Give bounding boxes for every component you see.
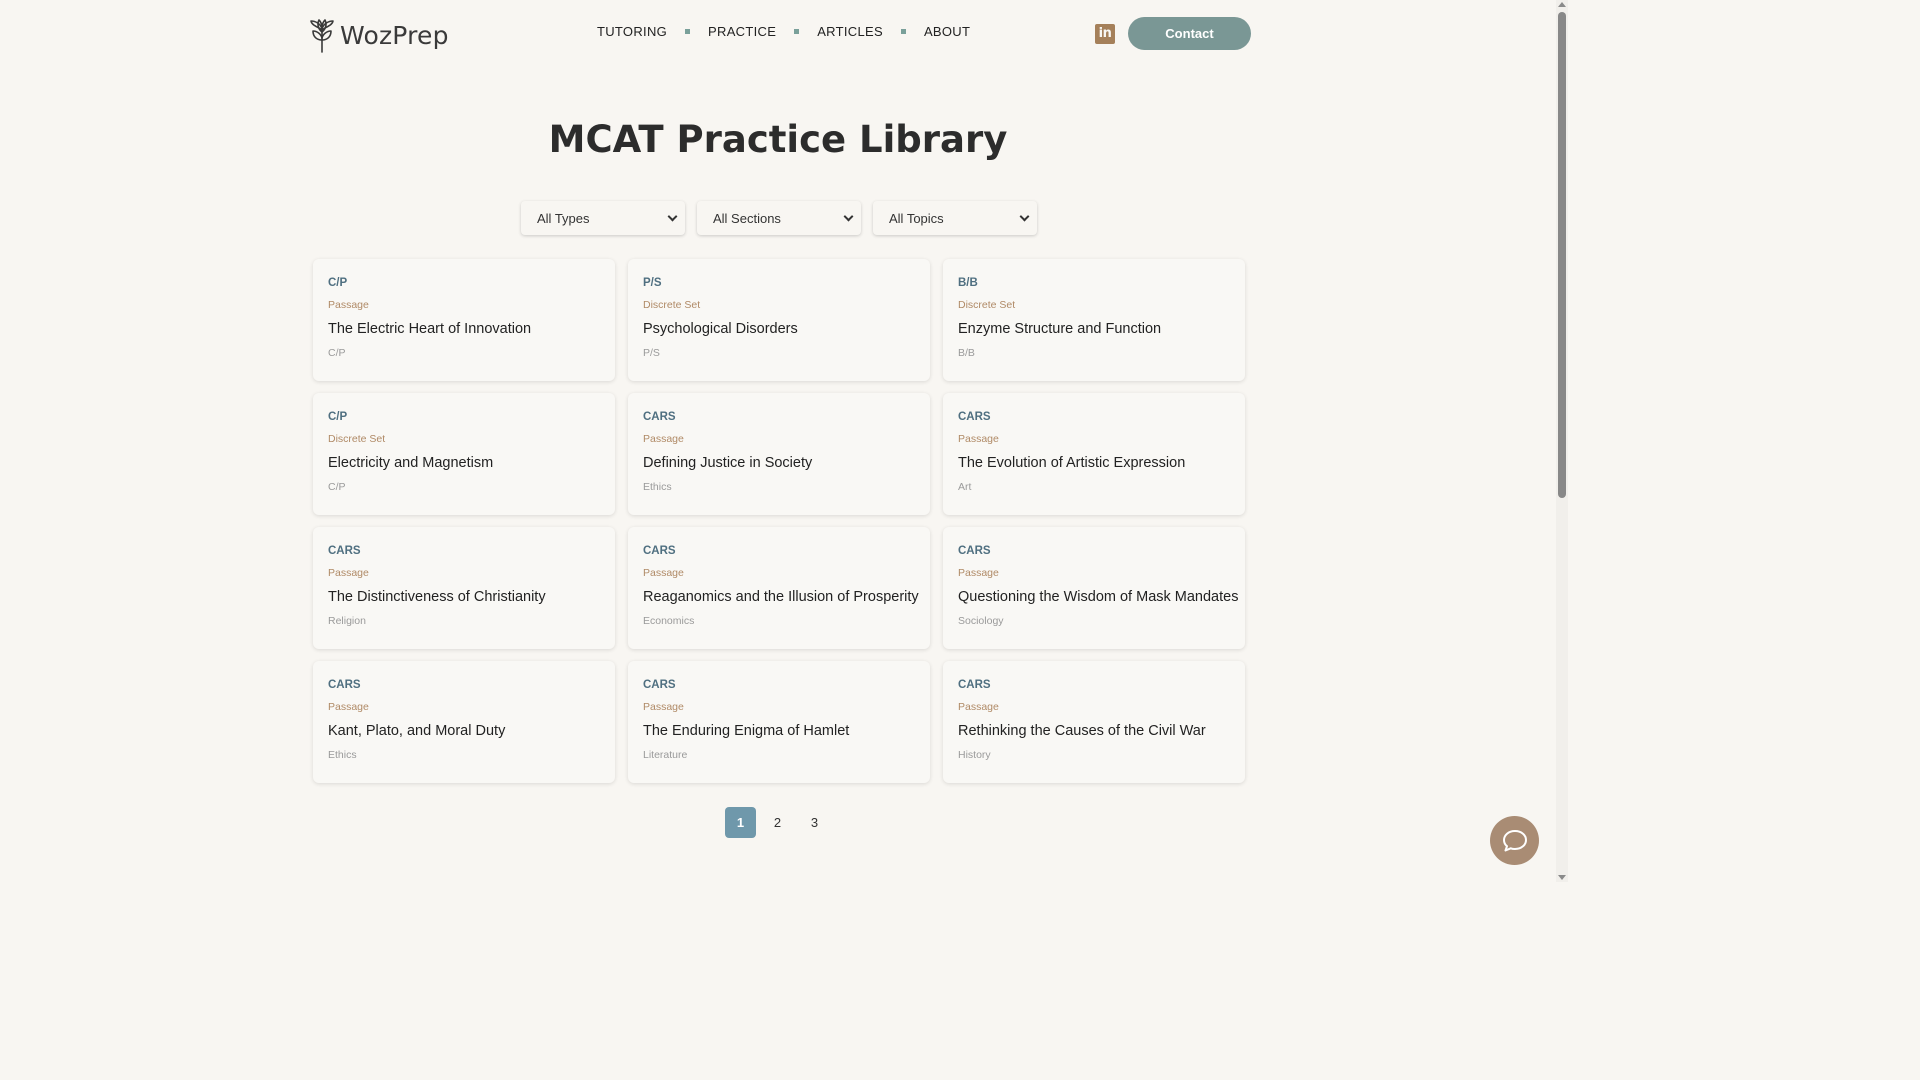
chat-button[interactable] [1490, 816, 1539, 865]
nav-separator [794, 29, 800, 34]
logo[interactable]: WozPrep [308, 16, 449, 54]
chevron-down-icon [1019, 211, 1030, 221]
practice-card[interactable]: CARS Passage The Enduring Enigma of Haml… [628, 661, 930, 783]
card-type: Passage [958, 701, 999, 713]
site-header: WozPrep TUTORING PRACTICE ARTICLES ABOUT… [0, 0, 1556, 68]
card-topic: Literature [643, 749, 688, 761]
practice-card[interactable]: CARS Passage Reaganomics and the Illusio… [628, 527, 930, 649]
type-filter-value: All Types [537, 210, 590, 226]
card-title: Enzyme Structure and Function [958, 321, 1162, 337]
logo-text: WozPrep [340, 20, 449, 50]
card-topic: History [958, 749, 991, 761]
page-3-button[interactable]: 3 [799, 807, 830, 838]
card-section: CARS [958, 545, 991, 557]
card-type: Discrete Set [328, 433, 386, 445]
card-type: Passage [643, 433, 684, 445]
practice-card[interactable]: CARS Passage Kant, Plato, and Moral Duty… [313, 661, 615, 783]
card-section: CARS [643, 679, 676, 691]
card-topic: Art [958, 481, 972, 493]
card-type: Passage [958, 567, 999, 579]
section-filter-select[interactable]: All Sections [697, 201, 861, 235]
card-section: CARS [643, 545, 676, 557]
practice-card[interactable]: CARS Passage Defining Justice in Society… [628, 393, 930, 515]
card-title: Kant, Plato, and Moral Duty [328, 723, 506, 739]
page-scrollbar[interactable] [1556, 0, 1568, 882]
card-topic: Sociology [958, 615, 1004, 627]
card-section: CARS [328, 679, 361, 691]
plant-logo-icon [310, 19, 334, 53]
card-title: Electricity and Magnetism [328, 455, 494, 471]
nav-separator [685, 29, 691, 34]
card-type: Passage [958, 433, 999, 445]
card-title: The Enduring Enigma of Hamlet [643, 723, 850, 739]
card-section: CARS [958, 411, 991, 423]
card-section: B/B [958, 277, 978, 289]
card-section: CARS [958, 679, 991, 691]
practice-card[interactable]: B/B Discrete Set Enzyme Structure and Fu… [943, 259, 1245, 381]
chevron-down-icon [667, 211, 678, 221]
scroll-down-arrow-icon[interactable] [1558, 875, 1566, 880]
card-topic: C/P [328, 481, 346, 493]
practice-card[interactable]: C/P Passage The Electric Heart of Innova… [313, 259, 615, 381]
card-type: Discrete Set [958, 299, 1016, 311]
card-topic: Economics [643, 615, 695, 627]
filter-bar: All Types All Sections All Topics [521, 201, 1037, 235]
practice-card[interactable]: C/P Discrete Set Electricity and Magneti… [313, 393, 615, 515]
card-title: Defining Justice in Society [643, 455, 813, 471]
practice-card[interactable]: CARS Passage The Distinctiveness of Chri… [313, 527, 615, 649]
card-topic: Religion [328, 615, 366, 627]
card-type: Passage [328, 299, 369, 311]
nav-tutoring[interactable]: TUTORING [597, 24, 667, 39]
main-nav: TUTORING PRACTICE ARTICLES ABOUT [597, 24, 970, 39]
card-type: Passage [328, 567, 369, 579]
nav-about[interactable]: ABOUT [924, 24, 970, 39]
page-1-button[interactable]: 1 [725, 807, 756, 838]
card-section: P/S [643, 277, 662, 289]
card-section: C/P [328, 411, 348, 423]
type-filter-select[interactable]: All Types [521, 201, 685, 235]
card-title: The Evolution of Artistic Expression [958, 455, 1186, 471]
page-2-button[interactable]: 2 [762, 807, 793, 838]
page-title: MCAT Practice Library [548, 118, 1008, 161]
topic-filter-select[interactable]: All Topics [873, 201, 1037, 235]
card-topic: Ethics [643, 481, 672, 493]
card-section: CARS [328, 545, 361, 557]
card-topic: P/S [643, 347, 660, 359]
card-type: Passage [643, 567, 684, 579]
practice-card-grid: C/P Passage The Electric Heart of Innova… [313, 259, 1245, 783]
card-type: Passage [643, 701, 684, 713]
practice-card[interactable]: CARS Passage The Evolution of Artistic E… [943, 393, 1245, 515]
practice-card[interactable]: CARS Passage Questioning the Wisdom of M… [943, 527, 1245, 649]
card-section: CARS [643, 411, 676, 423]
scroll-up-arrow-icon[interactable] [1558, 2, 1566, 7]
practice-card[interactable]: CARS Passage Rethinking the Causes of th… [943, 661, 1245, 783]
nav-articles[interactable]: ARTICLES [817, 24, 883, 39]
card-topic: B/B [958, 347, 975, 359]
section-filter-value: All Sections [713, 210, 781, 226]
card-title: Reaganomics and the Illusion of Prosperi… [643, 589, 919, 605]
card-title: The Distinctiveness of Christianity [328, 589, 546, 605]
contact-button[interactable]: Contact [1128, 17, 1251, 50]
card-type: Passage [328, 701, 369, 713]
card-topic: Ethics [328, 749, 357, 761]
practice-card[interactable]: P/S Discrete Set Psychological Disorders… [628, 259, 930, 381]
pagination: 1 2 3 [725, 807, 830, 838]
card-title: The Electric Heart of Innovation [328, 321, 532, 337]
card-title: Psychological Disorders [643, 321, 798, 337]
linkedin-icon[interactable]: in [1095, 24, 1115, 44]
card-title: Questioning the Wisdom of Mask Mandates [958, 589, 1239, 605]
card-section: C/P [328, 277, 348, 289]
card-topic: C/P [328, 347, 346, 359]
card-type: Discrete Set [643, 299, 701, 311]
chevron-down-icon [843, 211, 854, 221]
topic-filter-value: All Topics [889, 210, 944, 226]
nav-separator [900, 29, 906, 34]
nav-practice[interactable]: PRACTICE [708, 24, 776, 39]
scrollbar-thumb[interactable] [1558, 12, 1566, 498]
card-title: Rethinking the Causes of the Civil War [958, 723, 1206, 739]
chat-bubble-icon [1502, 829, 1527, 851]
